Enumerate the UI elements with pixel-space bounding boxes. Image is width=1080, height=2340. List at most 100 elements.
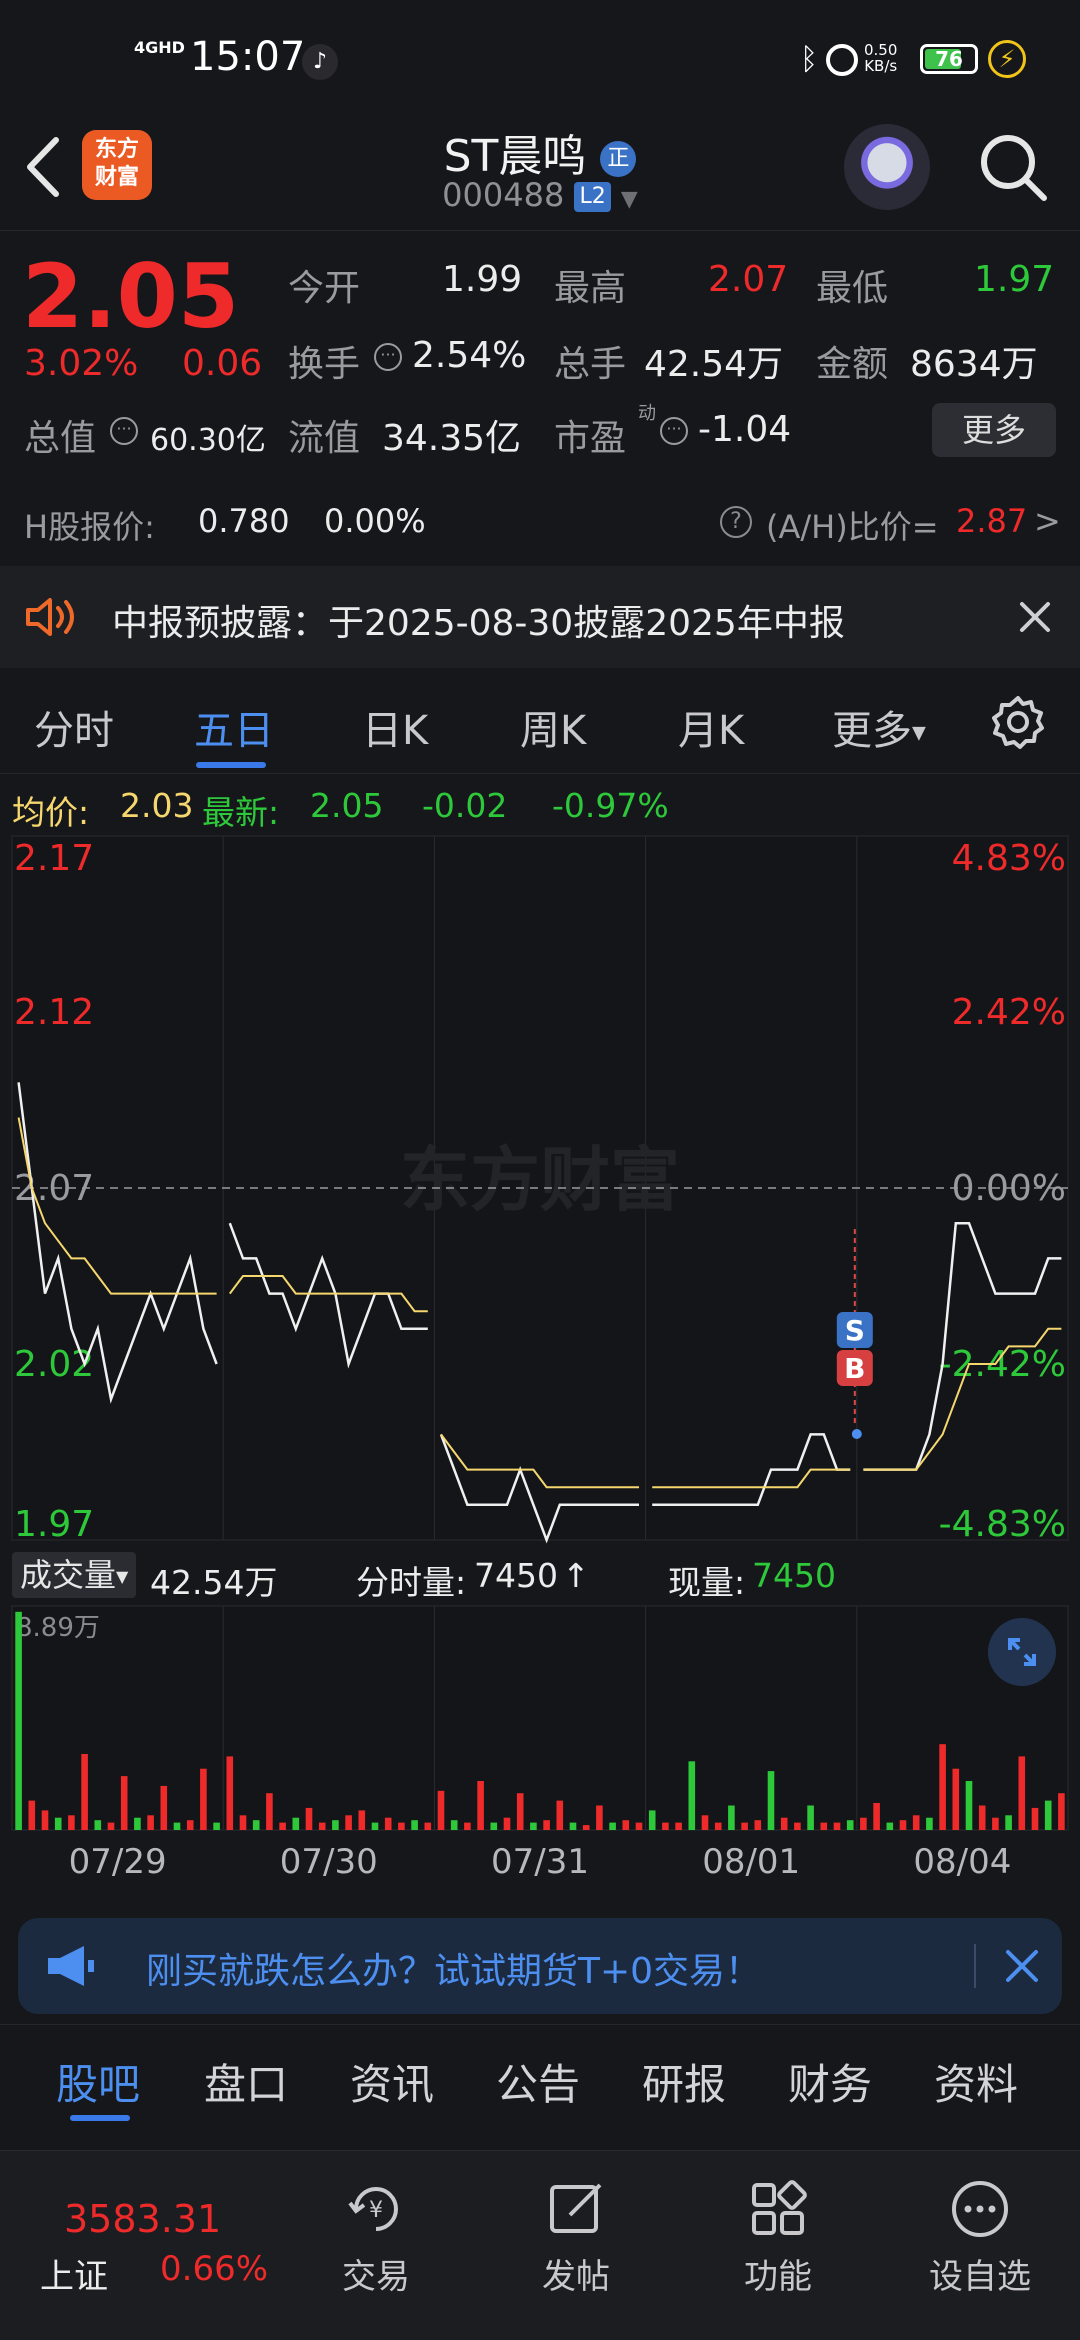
close-icon[interactable] [1004,1948,1040,1984]
volume-bar [160,1785,168,1830]
bottom-nav: 3583.31 上证 0.66% ¥ 交易 发帖 功能 设自选 [0,2150,1080,2340]
tab-more-label: 更多 [832,708,912,754]
total-cap-info-icon[interactable]: ··· [110,417,138,445]
nav-post[interactable]: 发帖 [506,2177,646,2298]
volume-bar [1031,1807,1039,1830]
volume-bar [569,1822,577,1830]
pe-info-icon[interactable]: ··· [660,417,688,445]
volume-bar [490,1822,498,1830]
float-cap-value: 34.35亿 [382,418,522,459]
h-share-row[interactable]: H股报价: 0.780 0.00% ? (A/H)比价= 2.87 > [0,488,1080,558]
sell-marker-label: S [845,1314,865,1347]
tab-monthly-k[interactable]: 月K [678,698,744,756]
nav-add-watchlist-label: 设自选 [929,2257,1031,2297]
trade-icon: ¥ [348,2187,398,2231]
volume-bar [503,1817,511,1830]
turnover-label: 换手 [288,344,361,385]
tab-financials[interactable]: 财务 [788,2051,872,2112]
ah-ratio-label: (A/H)比价= [766,508,939,546]
header: 东方 财富 ST晨鸣 正 000488 L2 ▼ [0,120,1080,230]
volume-bar [81,1754,88,1830]
volume-bar [767,1771,775,1830]
network-indicator: 4GHD [134,38,185,57]
megaphone-icon [48,1946,94,1986]
volume-value: 42.54万 [644,344,784,385]
search-icon[interactable] [976,130,1050,204]
close-icon[interactable] [1018,600,1052,634]
high-value: 2.07 [708,259,789,300]
volume-bar [398,1822,405,1830]
tab-order-book[interactable]: 盘口 [204,2051,288,2112]
nav-post-label: 发帖 [542,2257,610,2297]
volume-bar [1058,1793,1065,1830]
volume-bar [147,1815,154,1830]
nav-add-watchlist[interactable]: 设自选 [910,2177,1050,2298]
ad-banner[interactable]: 刚买就跌怎么办？试试期货T+0交易！ [18,1918,1062,2014]
dropdown-icon: ▼ [620,187,638,212]
trade-point [851,1429,862,1439]
bluetooth-icon: ᛒ [800,42,818,77]
notice-banner[interactable]: 中报预披露：于2025-08-30披露2025年中报 [0,566,1080,668]
y-right-tick: 4.83% [952,838,1066,879]
volume-total: 42.54万 [150,1563,278,1602]
volume-bar [728,1805,735,1830]
tab-weekly-k[interactable]: 周K [520,698,586,756]
fullscreen-button[interactable] [988,1618,1056,1686]
y-right-tick: 0.00% [952,1168,1066,1209]
volume-bar [107,1822,115,1830]
tab-news[interactable]: 资讯 [350,2051,434,2112]
charging-icon: ⚡ [988,40,1026,78]
tab-guba[interactable]: 股吧 [56,2051,140,2112]
tab-profile[interactable]: 资料 [934,2051,1018,2112]
total-cap-label: 总值 [24,418,97,459]
active-tab-indicator [196,762,266,768]
tab-daily-k[interactable]: 日K [362,698,428,756]
current-volume-label: 现量: [668,1563,746,1602]
volume-bar [120,1776,128,1830]
open-value: 1.99 [442,259,523,300]
y-left-tick: 2.02 [14,1344,94,1385]
volume-bar [1005,1815,1012,1830]
high-label: 最高 [554,268,627,309]
settings-gear-icon[interactable] [990,694,1046,750]
volume-bar [28,1800,36,1830]
index-widget[interactable]: 3583.31 上证 0.66% [30,2181,290,2301]
volume-selector[interactable]: 成交量▼ [12,1552,137,1598]
more-button[interactable]: 更多 [932,403,1056,457]
y-left-tick: 2.17 [14,838,94,879]
period-volume-value: 7450 [474,1556,558,1595]
ah-ratio-value: 2.87 [956,502,1028,540]
turnover-info-icon[interactable]: ··· [374,343,402,371]
volume-bar [886,1822,894,1830]
tab-research[interactable]: 研报 [642,2051,726,2112]
nav-trade[interactable]: ¥ 交易 [306,2177,446,2298]
h-share-label: H股报价: [24,508,155,546]
volume-bar [450,1820,458,1830]
avg-value: 2.03 [120,786,194,825]
float-cap-label: 流值 [288,418,361,459]
price-chart[interactable]: 东方财富 2.17 4.83% 2.12 2.42% 2.07 0.00% 2.02 -2.42… [0,834,1080,1545]
tab-more[interactable]: 更多▼ [832,698,926,756]
robot-assistant-icon[interactable] [844,124,930,210]
volume-chart[interactable]: 8.89万 [0,1604,1080,1834]
low-label: 最低 [816,268,889,309]
date-tick: 07/30 [279,1842,378,1882]
amount-label: 金额 [816,344,889,385]
y-left-tick: 2.12 [14,992,94,1033]
turnover-value: 2.54% [412,335,527,376]
tab-intraday[interactable]: 分时 [34,698,114,756]
volume-bar [807,1805,814,1830]
quote-panel: 2.05 3.02% 0.06 今开 1.99 最高 2.07 最低 1.97 … [0,230,1080,480]
tab-announcements[interactable]: 公告 [496,2051,580,2112]
h-share-price: 0.780 [198,502,290,540]
latest-label: 最新: [202,793,280,832]
tab-five-day[interactable]: 五日 [194,698,274,756]
grid-icon [752,2180,807,2235]
more-circle-icon [952,2181,1008,2237]
volume-bar [371,1822,379,1830]
pe-sup: 动 [638,403,656,424]
help-icon[interactable]: ? [720,506,752,538]
nav-functions[interactable]: 功能 [708,2177,848,2298]
volume-bar [635,1822,643,1830]
volume-bar [648,1810,656,1830]
